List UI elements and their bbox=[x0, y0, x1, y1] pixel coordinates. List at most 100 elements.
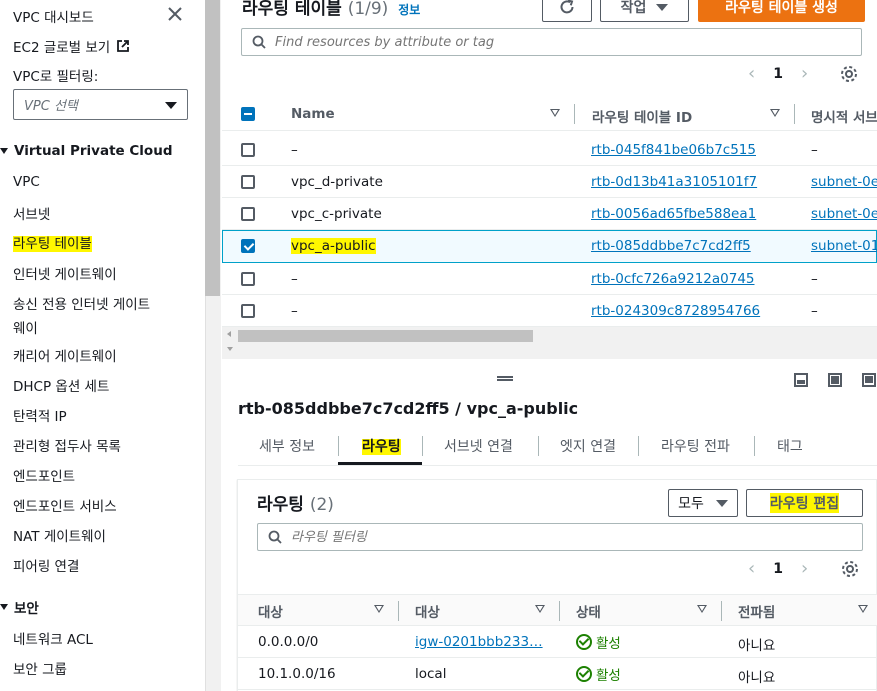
tab-details[interactable]: 세부 정보 bbox=[259, 436, 315, 456]
nav-peering-connections[interactable]: 피어링 연결 bbox=[13, 555, 79, 575]
edit-routes-button[interactable]: 라우팅 편집 bbox=[746, 489, 863, 517]
nav-carrier-gateways[interactable]: 캐리어 게이트웨이 bbox=[13, 345, 117, 365]
column-header-name[interactable]: Name bbox=[291, 106, 335, 122]
row-name: – bbox=[291, 303, 298, 319]
table-horizontal-scrollbar-thumb[interactable] bbox=[238, 330, 533, 342]
table-row[interactable]: – rtb-0cfc726a9212a0745 – bbox=[222, 263, 877, 295]
row-subnet[interactable]: subnet-0el bbox=[811, 174, 877, 190]
sort-icon[interactable] bbox=[550, 109, 560, 117]
table-row[interactable]: – rtb-024309c8728954766 – bbox=[222, 295, 877, 327]
chevron-right-icon[interactable]: › bbox=[801, 63, 808, 84]
nav-network-acls[interactable]: 네트워크 ACL bbox=[13, 628, 93, 648]
row-checkbox[interactable] bbox=[241, 272, 255, 286]
create-route-table-button[interactable]: 라우팅 테이블 생성 bbox=[698, 0, 865, 22]
route-destination: 10.1.0.0/16 bbox=[258, 666, 336, 682]
sort-icon[interactable] bbox=[535, 605, 545, 613]
row-route-table-id[interactable]: rtb-0056ad65fbe588ea1 bbox=[591, 206, 756, 222]
routes-filter-select-label: 모두 bbox=[678, 496, 704, 512]
column-header-explicit-subnet[interactable]: 명시적 서브 bbox=[811, 106, 877, 126]
close-icon[interactable] bbox=[166, 5, 184, 23]
row-checkbox[interactable] bbox=[241, 175, 255, 189]
route-table-header: Name 라우팅 테이블 ID 명시적 서브 bbox=[222, 98, 877, 131]
split-panel-drag-handle[interactable] bbox=[497, 376, 513, 381]
row-route-table-id[interactable]: rtb-0cfc726a9212a0745 bbox=[591, 271, 755, 287]
row-checkbox[interactable] bbox=[241, 304, 255, 318]
route-target[interactable]: igw-0201bbb233… bbox=[415, 634, 543, 650]
tab-subnet-associations[interactable]: 서브넷 연결 bbox=[444, 436, 513, 456]
select-all-checkbox[interactable] bbox=[241, 107, 255, 121]
routes-filter-input[interactable] bbox=[291, 529, 831, 545]
routes-filter-search[interactable] bbox=[257, 523, 863, 551]
routes-filter-select[interactable]: 모두 bbox=[668, 489, 738, 517]
route-status-text: 활성 bbox=[596, 636, 621, 652]
section-security[interactable]: 보안 bbox=[0, 597, 39, 617]
status-success-icon bbox=[576, 634, 592, 650]
nav-endpoints[interactable]: 엔드포인트 bbox=[13, 465, 75, 485]
tab-routes[interactable]: 라우팅 bbox=[362, 436, 401, 456]
sort-icon[interactable] bbox=[697, 605, 707, 613]
row-checkbox[interactable] bbox=[241, 143, 255, 157]
settings-icon[interactable] bbox=[840, 65, 858, 83]
row-route-table-id[interactable]: rtb-024309c8728954766 bbox=[591, 303, 760, 319]
settings-icon[interactable] bbox=[841, 560, 859, 578]
section-virtual-private-cloud[interactable]: Virtual Private Cloud bbox=[0, 143, 172, 159]
row-checkbox[interactable] bbox=[241, 239, 255, 253]
nav-vpc[interactable]: VPC bbox=[13, 174, 40, 190]
scroll-down-arrow-icon[interactable] bbox=[227, 347, 233, 351]
refresh-button[interactable] bbox=[542, 0, 592, 22]
nav-managed-prefix-lists[interactable]: 관리형 접두사 목록 bbox=[13, 435, 121, 455]
sort-icon[interactable] bbox=[858, 605, 868, 613]
nav-nat-gateways[interactable]: NAT 게이트웨이 bbox=[13, 525, 106, 545]
row-route-table-id[interactable]: rtb-0d13b41a3105101f7 bbox=[591, 174, 757, 190]
chevron-left-icon[interactable]: ‹ bbox=[748, 558, 755, 579]
routes-pagination: ‹ 1 › bbox=[748, 558, 808, 579]
tab-edge-associations[interactable]: 엣지 연결 bbox=[560, 436, 616, 456]
row-route-table-id[interactable]: rtb-085ddbbe7c7cd2ff5 bbox=[591, 238, 751, 254]
row-route-table-id[interactable]: rtb-045f841be06b7c515 bbox=[591, 142, 756, 158]
nav-elastic-ips[interactable]: 탄력적 IP bbox=[13, 405, 67, 425]
routes-page-number[interactable]: 1 bbox=[773, 561, 783, 577]
panel-bottom-icon[interactable] bbox=[794, 373, 808, 387]
page-number[interactable]: 1 bbox=[773, 66, 783, 82]
nav-internet-gateways[interactable]: 인터넷 게이트웨이 bbox=[13, 263, 117, 283]
column-header-propagated[interactable]: 전파됨 bbox=[738, 601, 775, 621]
sidebar-scrollbar-thumb[interactable] bbox=[205, 0, 220, 296]
caret-down-icon bbox=[165, 102, 177, 109]
sort-icon[interactable] bbox=[374, 605, 384, 613]
chevron-left-icon[interactable]: ‹ bbox=[748, 63, 755, 84]
nav-subnets[interactable]: 서브넷 bbox=[13, 203, 50, 223]
column-header-status[interactable]: 상태 bbox=[576, 601, 601, 621]
search-input[interactable] bbox=[275, 34, 835, 50]
table-row[interactable]: – rtb-045f841be06b7c515 – bbox=[222, 134, 877, 166]
search-icon bbox=[268, 530, 282, 544]
column-header-target[interactable]: 대상 bbox=[415, 601, 440, 621]
vpc-filter-select[interactable]: VPC 선택 bbox=[13, 89, 188, 120]
nav-dhcp-option-sets[interactable]: DHCP 옵션 세트 bbox=[13, 375, 109, 395]
panel-top-icon[interactable] bbox=[862, 373, 876, 387]
table-row[interactable]: vpc_c-private rtb-0056ad65fbe588ea1 subn… bbox=[222, 198, 877, 230]
table-row-selected[interactable]: vpc_a-public rtb-085ddbbe7c7cd2ff5 subne… bbox=[222, 230, 877, 263]
nav-egress-only-igw[interactable]: 송신 전용 인터넷 게이트 웨이 bbox=[13, 293, 150, 337]
row-checkbox[interactable] bbox=[241, 207, 255, 221]
row-name: vpc_c-private bbox=[291, 206, 382, 222]
nav-vpc-dashboard[interactable]: VPC 대시보드 bbox=[13, 6, 94, 26]
nav-security-groups[interactable]: 보안 그룹 bbox=[13, 658, 67, 678]
sort-icon[interactable] bbox=[770, 109, 780, 117]
scroll-left-arrow-icon[interactable] bbox=[227, 331, 231, 337]
tab-tags[interactable]: 태그 bbox=[777, 436, 803, 456]
row-subnet[interactable]: subnet-0e0 bbox=[811, 206, 877, 222]
table-row[interactable]: vpc_d-private rtb-0d13b41a3105101f7 subn… bbox=[222, 166, 877, 198]
column-header-destination[interactable]: 대상 bbox=[258, 601, 283, 621]
route-table-search[interactable] bbox=[241, 28, 862, 56]
info-link[interactable]: 정보 bbox=[398, 3, 420, 17]
nav-ec2-global-view[interactable]: EC2 글로벌 보기 bbox=[13, 36, 130, 56]
actions-button[interactable]: 작업 bbox=[600, 0, 689, 22]
row-subnet[interactable]: subnet-01 bbox=[811, 238, 877, 254]
chevron-right-icon[interactable]: › bbox=[801, 558, 808, 579]
panel-side-icon[interactable] bbox=[828, 373, 842, 387]
tab-route-propagation[interactable]: 라우팅 전파 bbox=[661, 436, 730, 456]
nav-endpoint-services[interactable]: 엔드포인트 서비스 bbox=[13, 495, 117, 515]
column-header-route-table-id[interactable]: 라우팅 테이블 ID bbox=[592, 106, 692, 126]
routes-count: (2) bbox=[309, 495, 334, 515]
nav-route-tables[interactable]: 라우팅 테이블 bbox=[13, 232, 92, 252]
